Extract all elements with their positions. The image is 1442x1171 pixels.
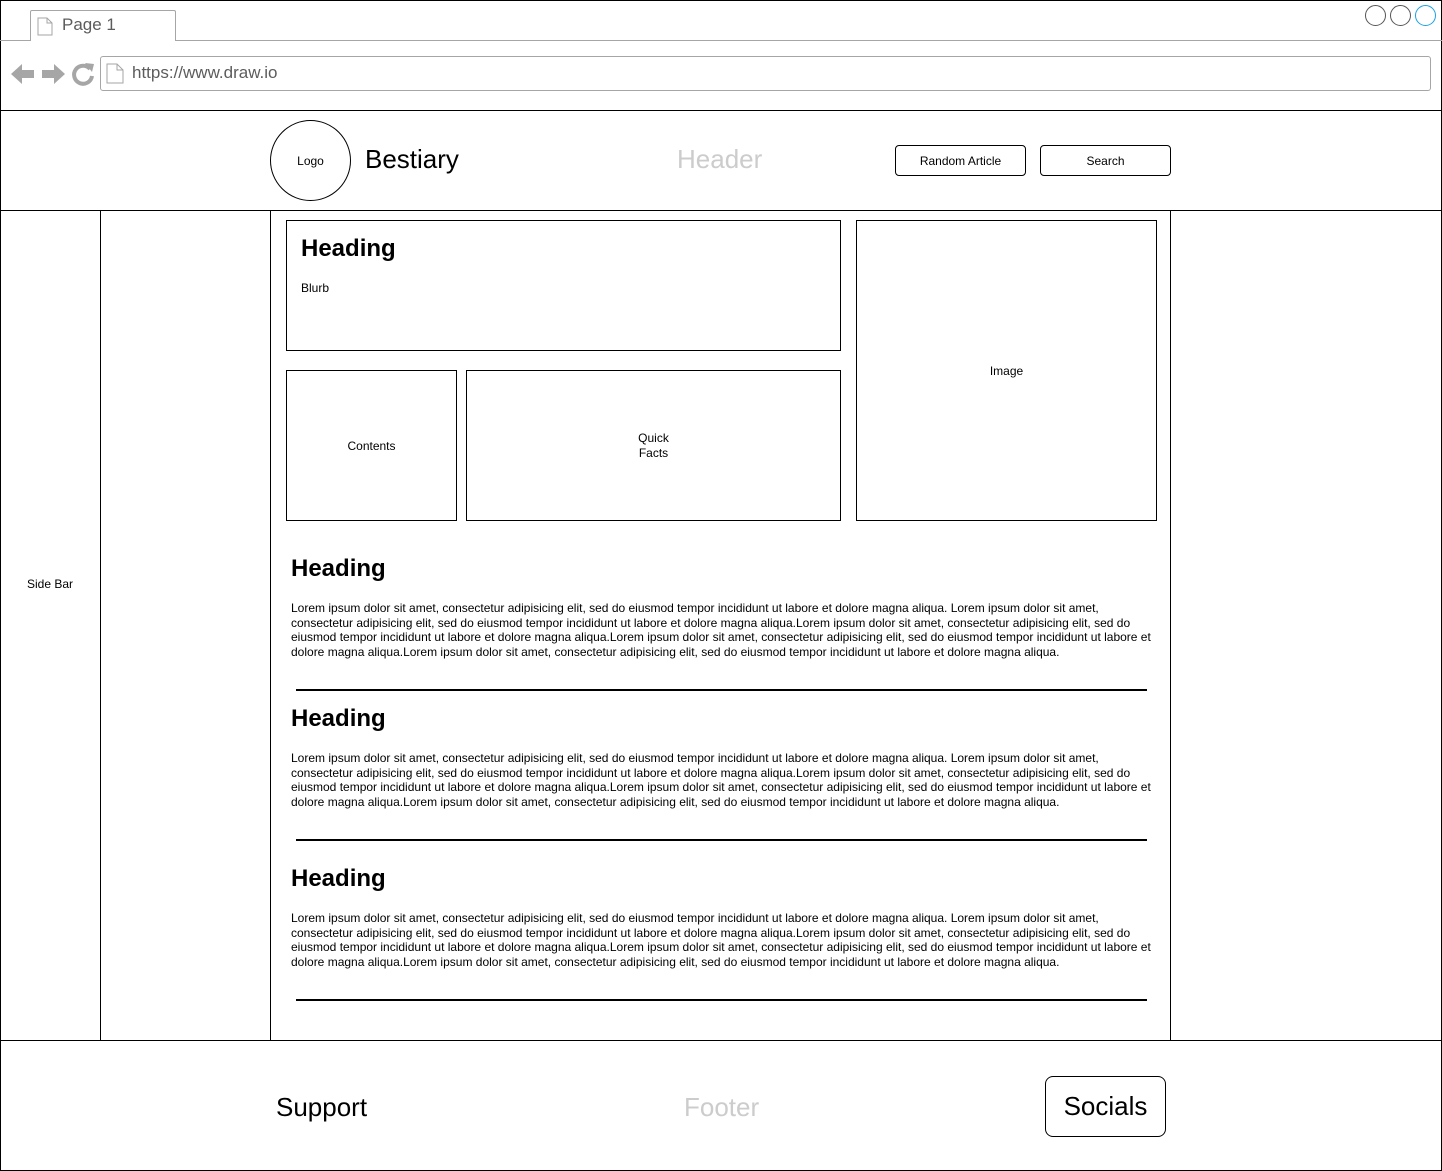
sidebar-label: Side Bar: [26, 577, 74, 591]
section-separator: [296, 839, 1147, 841]
address-bar[interactable]: [100, 56, 1431, 91]
logo[interactable]: Logo: [270, 120, 351, 201]
section-body: Lorem ipsum dolor sit amet, consectetur …: [291, 911, 1151, 969]
image-label: Image: [989, 363, 1024, 378]
random-article-label: Random Article: [919, 153, 1002, 168]
intro-blurb: Blurb: [301, 281, 330, 295]
section-body: Lorem ipsum dolor sit amet, consectetur …: [291, 601, 1151, 659]
quick-facts-panel: Quick Facts: [466, 370, 841, 521]
image-placeholder: Image: [856, 220, 1157, 521]
tab-strip-divider: [0, 40, 1442, 41]
content-left-divider: [270, 210, 271, 1041]
window-close-button[interactable]: [1415, 5, 1436, 26]
section-body: Lorem ipsum dolor sit amet, consectetur …: [291, 751, 1151, 809]
footer-region-label: Footer: [684, 1092, 760, 1122]
section-heading: Heading: [291, 865, 386, 892]
site-title: Bestiary: [365, 144, 459, 174]
header-region-label: Header: [677, 144, 763, 174]
content-right-divider: [1170, 210, 1171, 1041]
socials-label: Socials: [1063, 1091, 1148, 1121]
section-heading: Heading: [291, 705, 386, 732]
contents-panel[interactable]: Contents: [286, 370, 457, 521]
search-button[interactable]: Search: [1040, 145, 1171, 176]
logo-label: Logo: [297, 153, 324, 168]
random-article-button[interactable]: Random Article: [895, 145, 1026, 176]
support-link[interactable]: Support: [276, 1092, 367, 1123]
sidebar-divider: [100, 210, 101, 1041]
page-icon: [37, 17, 53, 36]
quick-facts-label-line-2: Facts: [638, 445, 669, 460]
url-page-icon: [106, 63, 124, 84]
tab-label: Page 1: [62, 15, 116, 34]
section-heading: Heading: [291, 555, 386, 582]
section-separator: [296, 689, 1147, 691]
back-arrow-icon[interactable]: [10, 61, 36, 87]
window-maximize-button[interactable]: [1390, 5, 1411, 26]
window-minimize-button[interactable]: [1365, 5, 1386, 26]
url-text: https://www.draw.io: [132, 63, 278, 82]
reload-icon[interactable]: [70, 61, 96, 87]
search-label: Search: [1086, 153, 1125, 168]
contents-label: Contents: [347, 438, 396, 453]
section-separator: [296, 999, 1147, 1001]
quick-facts-label-line-1: Quick: [638, 430, 669, 445]
intro-heading: Heading: [301, 235, 396, 262]
forward-arrow-icon[interactable]: [40, 61, 66, 87]
socials-button[interactable]: Socials: [1045, 1076, 1166, 1137]
